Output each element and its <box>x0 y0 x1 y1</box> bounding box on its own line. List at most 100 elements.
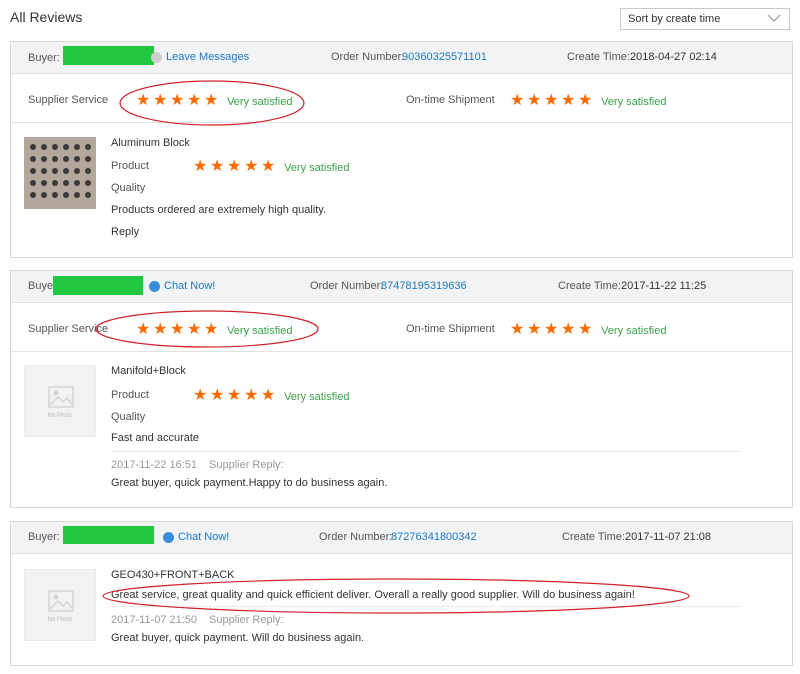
no-photo-label: No Photo <box>47 413 73 419</box>
supplier-reply-text: Great buyer, quick payment. Will do busi… <box>111 632 365 644</box>
star-icon: ★ <box>204 321 219 338</box>
star-icon: ★ <box>227 158 242 175</box>
redacted-buyer-name <box>62 46 154 65</box>
review-comment: Fast and accurate <box>111 432 200 444</box>
message-icon <box>151 51 162 63</box>
create-time-label: Create Time: <box>558 280 621 292</box>
buyer-field: Buyer: <box>28 46 154 65</box>
product-name: GEO430+FRONT+BACK <box>111 569 235 581</box>
create-time-value: 2017-11-07 21:08 <box>625 531 712 543</box>
buyer-field: Buyer: <box>28 531 60 543</box>
reply-time: 2017-11-07 21:50 <box>111 614 198 626</box>
star-rating: ★ ★ ★ ★ ★ <box>193 158 278 175</box>
order-number-label: Order Number: <box>331 51 405 63</box>
review-comment: Products ordered are extremely high qual… <box>111 204 327 216</box>
ontime-shipment-label: On-time Shipment <box>406 323 495 335</box>
supplier-service-rating: ★ ★ ★ ★ ★ Very satisfied <box>136 321 293 338</box>
buyer-label: Buyer: <box>28 531 60 543</box>
quality-label: Quality <box>111 182 146 194</box>
star-icon: ★ <box>510 321 525 338</box>
star-icon: ★ <box>136 321 151 338</box>
review-card: Buyer: Chat Now! Order Number: 872763418… <box>10 521 793 666</box>
star-icon: ★ <box>227 387 242 404</box>
product-thumbnail[interactable]: No Photo <box>24 569 96 641</box>
chevron-down-icon <box>767 14 781 22</box>
order-number-label: Order Number: <box>319 531 393 543</box>
star-icon: ★ <box>261 158 276 175</box>
satisfaction-text: Very satisfied <box>284 162 350 174</box>
star-icon: ★ <box>527 92 542 109</box>
no-photo-label: No Photo <box>47 617 73 623</box>
star-icon: ★ <box>244 387 259 404</box>
product-rating: ★ ★ ★ ★ ★ Very satisfied <box>193 158 350 175</box>
star-icon: ★ <box>544 92 559 109</box>
review-comment: Great service, great quality and quick e… <box>111 589 635 601</box>
review-header: Buyer: Chat Now! Order Number: 874781953… <box>11 271 792 303</box>
chat-now-link[interactable]: Chat Now! <box>163 531 229 543</box>
satisfaction-text: Very satisfied <box>601 96 667 108</box>
review-card: Buyer: Leave Messages Order Number: 9036… <box>10 41 793 258</box>
product-name: Manifold+Block <box>111 365 186 377</box>
product-rating: ★ ★ ★ ★ ★ Very satisfied <box>193 387 349 404</box>
chat-now-label: Chat Now! <box>178 531 230 543</box>
star-icon: ★ <box>510 92 525 109</box>
ontime-shipment-rating: ★ ★ ★ ★ ★ Very satisfied <box>510 92 667 109</box>
create-time-label: Create Time: <box>567 51 630 63</box>
star-icon: ★ <box>210 387 225 404</box>
star-icon: ★ <box>210 158 225 175</box>
review-header: Buyer: Leave Messages Order Number: 9036… <box>11 42 792 74</box>
order-number-label: Order Number: <box>310 280 384 292</box>
star-icon: ★ <box>561 92 576 109</box>
order-number-link[interactable]: 87478195319636 <box>381 280 467 292</box>
product-name: Aluminum Block <box>111 137 190 149</box>
ontime-shipment-label: On-time Shipment <box>406 94 495 106</box>
chat-now-link[interactable]: Chat Now! <box>149 280 215 292</box>
supplier-reply-text: Great buyer, quick payment.Happy to do b… <box>111 477 388 489</box>
chat-icon <box>163 531 174 543</box>
reply-divider <box>111 451 741 452</box>
star-icon: ★ <box>187 92 202 109</box>
reply-link[interactable]: Reply <box>111 226 139 238</box>
divider <box>11 351 792 352</box>
redacted-buyer-name <box>63 526 154 544</box>
supplier-reply-label: Supplier Reply: <box>209 459 284 471</box>
star-icon: ★ <box>136 92 151 109</box>
satisfaction-text: Very satisfied <box>227 325 293 337</box>
divider <box>11 122 792 123</box>
star-icon: ★ <box>527 321 542 338</box>
leave-messages-link[interactable]: Leave Messages <box>151 51 249 63</box>
sort-label: Sort by create time <box>628 13 721 25</box>
page-title: All Reviews <box>10 9 83 25</box>
order-number-link[interactable]: 90360325571101 <box>402 51 487 63</box>
create-time-value: 2017-11-22 11:25 <box>621 280 707 292</box>
create-time-value: 2018-04-27 02:14 <box>630 51 717 63</box>
quality-label: Quality <box>111 411 146 423</box>
chat-icon <box>149 280 160 292</box>
star-icon: ★ <box>561 321 576 338</box>
reply-divider <box>111 606 741 607</box>
sort-dropdown[interactable]: Sort by create time <box>620 8 790 30</box>
star-icon: ★ <box>193 158 208 175</box>
chat-now-label: Chat Now! <box>164 280 216 292</box>
image-placeholder-icon <box>48 386 74 408</box>
image-placeholder-icon <box>48 590 74 612</box>
star-rating: ★ ★ ★ ★ ★ <box>193 387 278 404</box>
star-icon: ★ <box>544 321 559 338</box>
star-icon: ★ <box>153 321 168 338</box>
star-rating: ★ ★ ★ ★ ★ <box>510 92 595 109</box>
star-icon: ★ <box>193 387 208 404</box>
supplier-service-rating: ★ ★ ★ ★ ★ Very satisfied <box>136 92 292 109</box>
create-time-label: Create Time: <box>562 531 625 543</box>
product-thumbnail[interactable]: No Photo <box>24 365 96 437</box>
star-icon: ★ <box>244 158 259 175</box>
star-icon: ★ <box>170 321 185 338</box>
supplier-service-label: Supplier Service <box>28 323 109 335</box>
product-label: Product <box>111 160 149 172</box>
reply-time: 2017-11-22 16:51 <box>111 459 198 471</box>
product-thumbnail[interactable] <box>24 137 96 209</box>
order-number-link[interactable]: 87276341800342 <box>391 531 477 543</box>
star-icon: ★ <box>204 92 219 109</box>
review-header: Buyer: Chat Now! Order Number: 872763418… <box>11 522 792 554</box>
supplier-reply-label: Supplier Reply: <box>209 614 284 626</box>
star-rating: ★ ★ ★ ★ ★ <box>510 321 595 338</box>
